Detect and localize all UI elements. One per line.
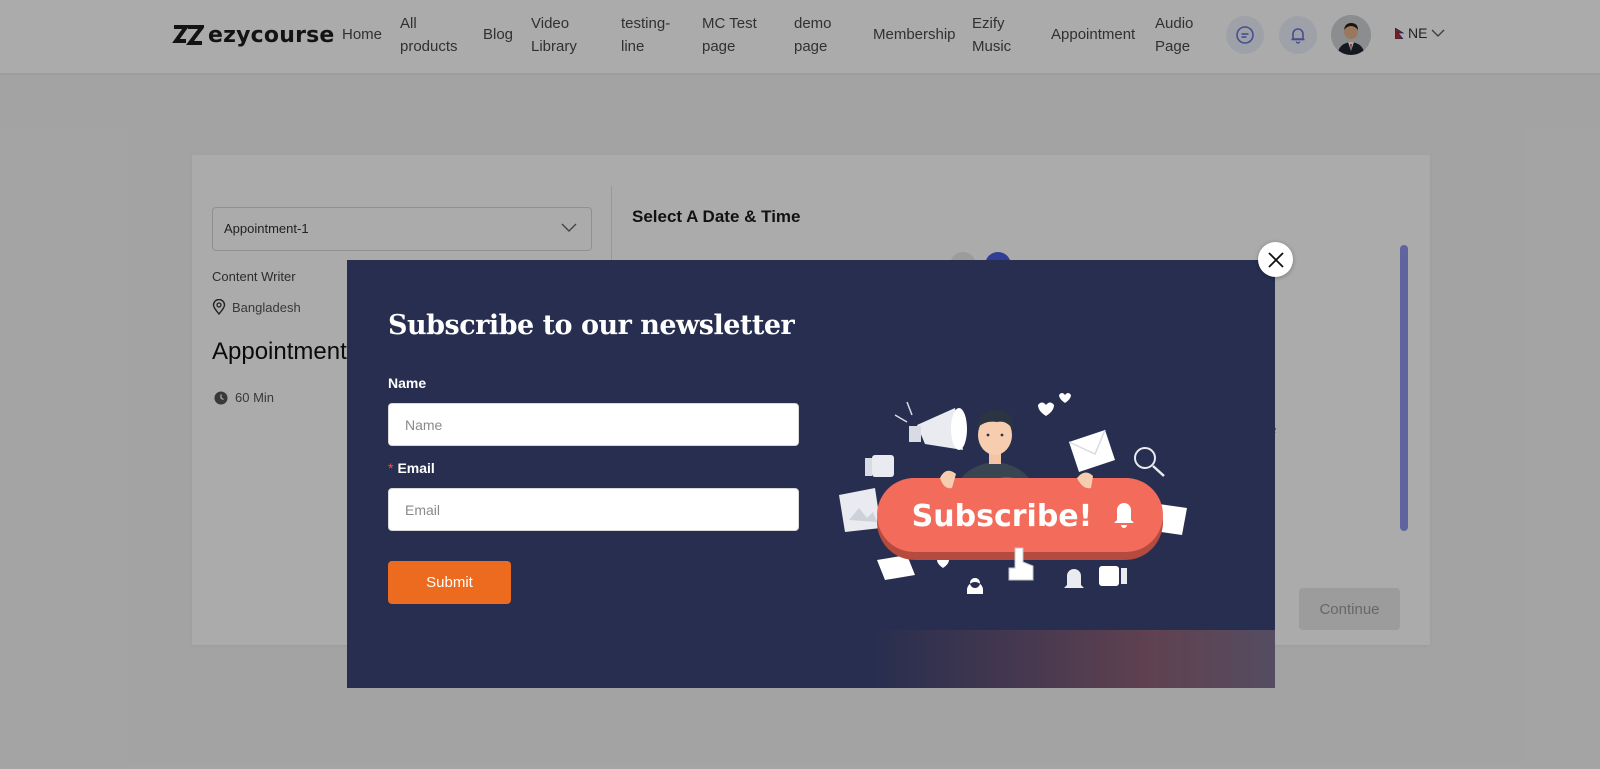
user-icon [967,578,983,594]
subscribe-text: Subscribe! [912,499,1093,534]
heart-icon [1038,402,1054,416]
envelope-icon [1068,429,1115,472]
image-card-icon [839,488,881,532]
bell-icon [1064,569,1084,588]
subscribe-illustration: Subscribe! [839,393,1187,594]
required-mark: * [388,460,394,476]
email-label: Email [397,460,435,476]
name-label: Name [388,375,427,391]
name-input[interactable] [388,403,799,446]
close-icon [1267,251,1284,268]
close-modal-button[interactable] [1258,242,1293,277]
thumbs-up-icon [1099,566,1127,586]
magnifier-icon [1134,447,1165,477]
modal-title: Subscribe to our newsletter [388,310,795,341]
email-label-wrap: * Email [388,460,435,476]
email-input[interactable] [388,488,799,531]
decorative-glow [867,630,1275,688]
newsletter-modal: Subscribe to our newsletter Name *Email … [347,260,1275,688]
submit-button[interactable]: Submit [388,561,511,604]
thumbs-up-icon [865,455,894,477]
heart-icon [1059,393,1071,403]
megaphone-icon [894,401,967,450]
